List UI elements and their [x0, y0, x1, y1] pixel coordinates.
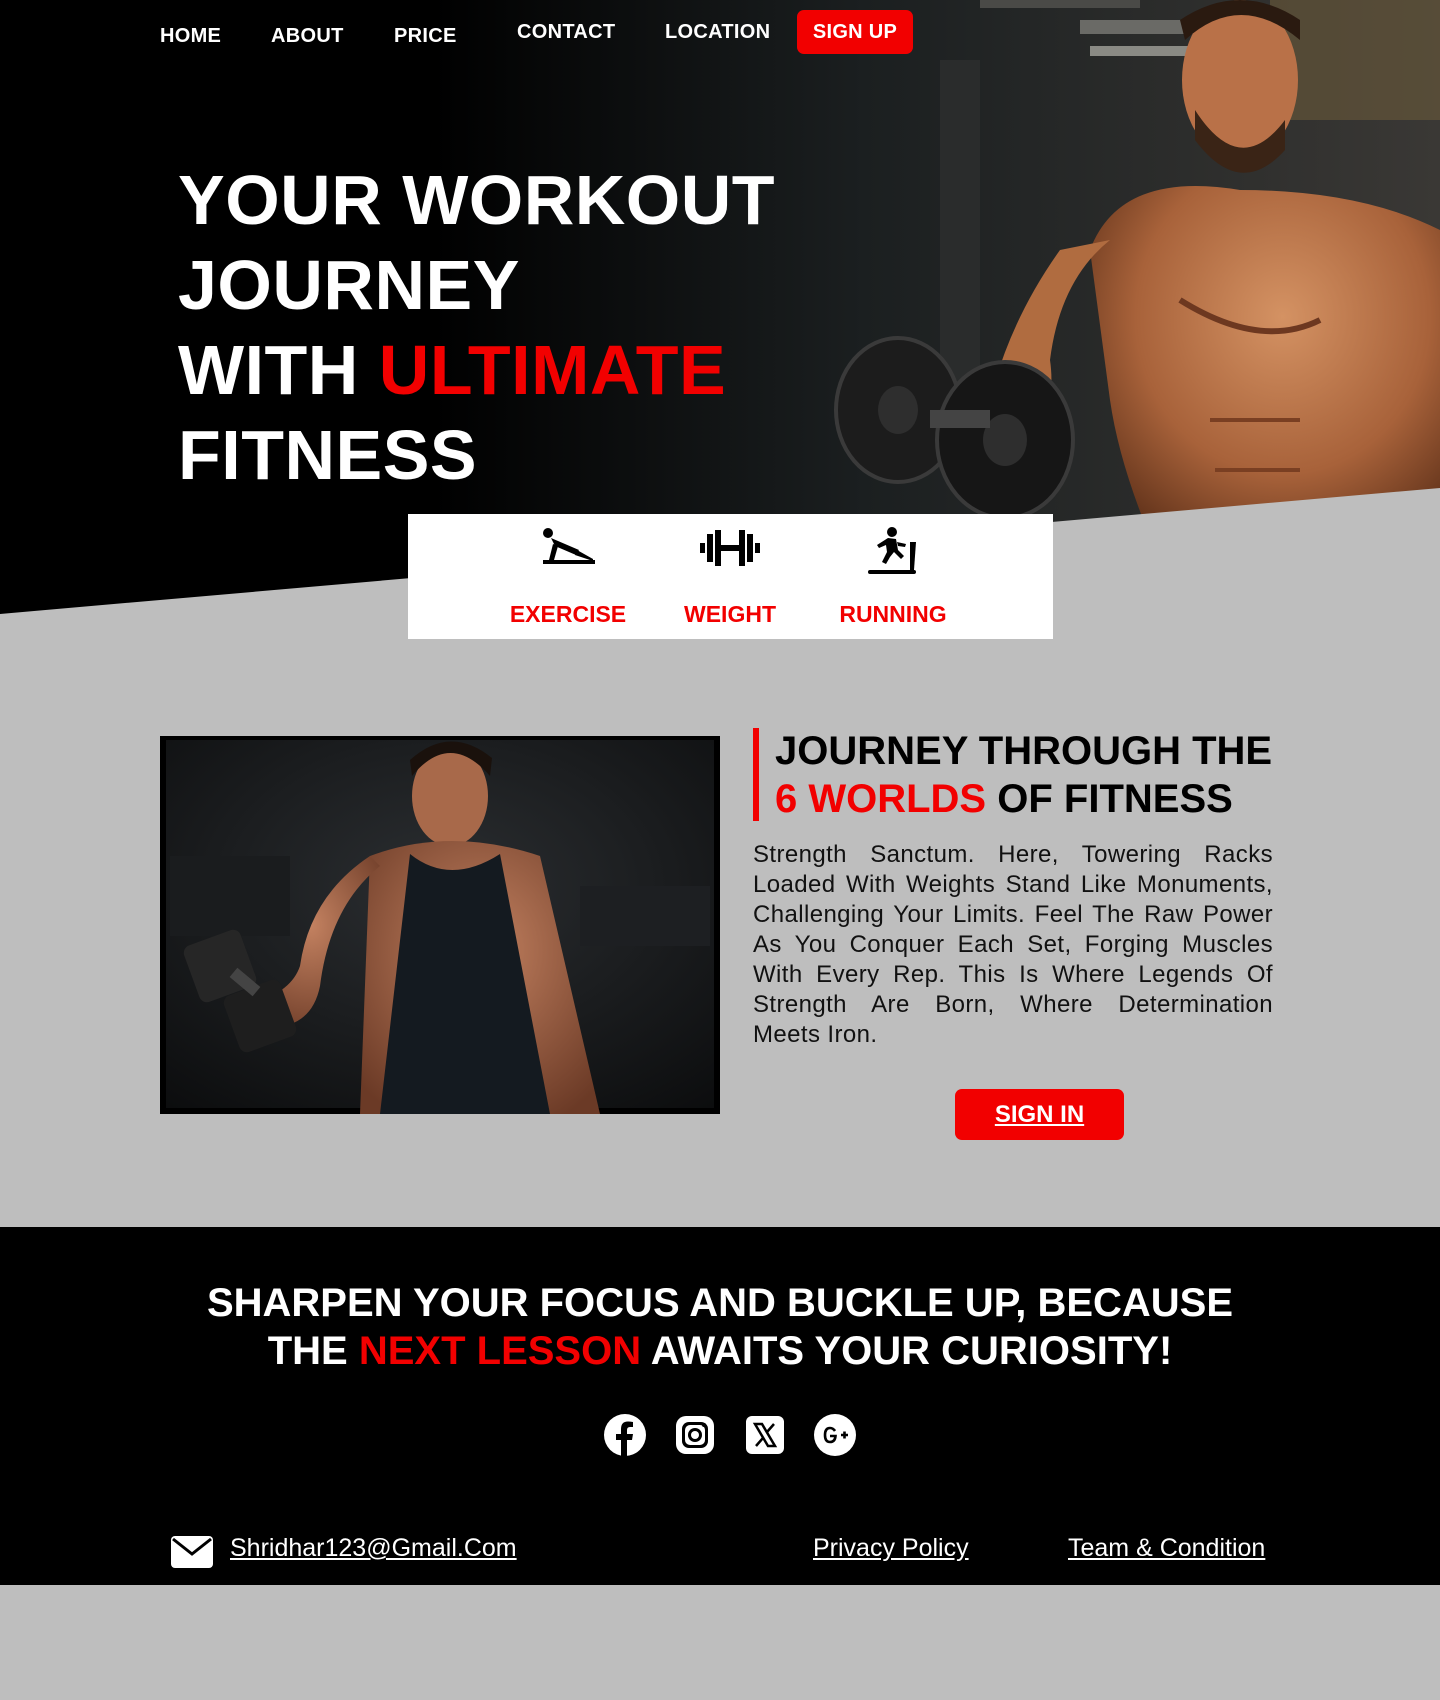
- section-title-rest: OF FITNESS: [986, 777, 1233, 821]
- section-title-highlight: 6 WORLDS: [775, 777, 987, 821]
- section-title: JOURNEY THROUGH THE 6 WORLDS OF FITNESS: [775, 727, 1272, 823]
- pushup-icon: [543, 528, 595, 564]
- page: HOME ABOUT PRICE CONTACT LOCATION SIGN U…: [0, 0, 1440, 1700]
- terms-link[interactable]: Team & Condition: [1068, 1534, 1265, 1563]
- mail-icon: [171, 1536, 213, 1568]
- hero-title-line2: JOURNEY: [178, 246, 520, 324]
- feature-exercise[interactable]: EXERCISE: [498, 514, 638, 639]
- signup-button[interactable]: SIGN UP: [797, 10, 913, 54]
- nav-contact-link[interactable]: CONTACT: [517, 21, 615, 44]
- hero-title-line3a: WITH: [178, 331, 379, 409]
- nav-about-link[interactable]: ABOUT: [271, 25, 344, 48]
- contact-email-link[interactable]: Shridhar123@Gmail.Com: [230, 1534, 517, 1563]
- hero-title: YOUR WORKOUT JOURNEY WITH ULTIMATE FITNE…: [178, 158, 775, 498]
- feature-strip: EXERCISE WEIGHT RUNNING: [408, 514, 1053, 639]
- footer-headline-highlight: NEXT LESSON: [358, 1329, 642, 1373]
- hero-title-line4: FITNESS: [178, 416, 478, 494]
- facebook-icon[interactable]: [603, 1413, 647, 1457]
- privacy-policy-link[interactable]: Privacy Policy: [813, 1534, 969, 1563]
- nav-location-link[interactable]: LOCATION: [665, 21, 770, 44]
- footer-headline-line2b: AWAITS YOUR CURIOSITY!: [641, 1329, 1173, 1373]
- main-nav: HOME ABOUT PRICE CONTACT LOCATION SIGN U…: [0, 0, 1440, 70]
- nav-home-link[interactable]: HOME: [160, 25, 221, 48]
- sign-in-button[interactable]: SIGN IN: [955, 1089, 1124, 1140]
- section-body-text: Strength Sanctum. Here, Towering Racks L…: [753, 841, 1273, 1048]
- footer-headline: SHARPEN YOUR FOCUS AND BUCKLE UP, BECAUS…: [0, 1279, 1440, 1375]
- footer: SHARPEN YOUR FOCUS AND BUCKLE UP, BECAUS…: [0, 1227, 1440, 1585]
- feature-running[interactable]: RUNNING: [823, 514, 963, 639]
- hero-title-highlight: ULTIMATE: [378, 331, 727, 409]
- feature-weight[interactable]: WEIGHT: [660, 514, 800, 639]
- treadmill-runner-icon: [868, 527, 916, 574]
- nav-price-link[interactable]: PRICE: [394, 25, 457, 48]
- instagram-icon[interactable]: [673, 1413, 717, 1457]
- footer-headline-line1: SHARPEN YOUR FOCUS AND BUCKLE UP, BECAUS…: [206, 1281, 1234, 1325]
- x-icon[interactable]: [743, 1413, 787, 1457]
- feature-running-label: RUNNING: [839, 601, 947, 627]
- barbell-icon: [700, 530, 760, 566]
- feature-exercise-label: EXERCISE: [509, 601, 627, 627]
- google-plus-icon[interactable]: [813, 1413, 857, 1457]
- feature-weight-label: WEIGHT: [684, 601, 776, 627]
- footer-headline-line2a: THE: [267, 1329, 359, 1373]
- title-accent-bar: [753, 728, 759, 821]
- trainer-dumbbell-image: [160, 736, 720, 1114]
- hero-title-line1: YOUR WORKOUT: [178, 161, 776, 239]
- section-title-line1: JOURNEY THROUGH THE: [775, 729, 1273, 773]
